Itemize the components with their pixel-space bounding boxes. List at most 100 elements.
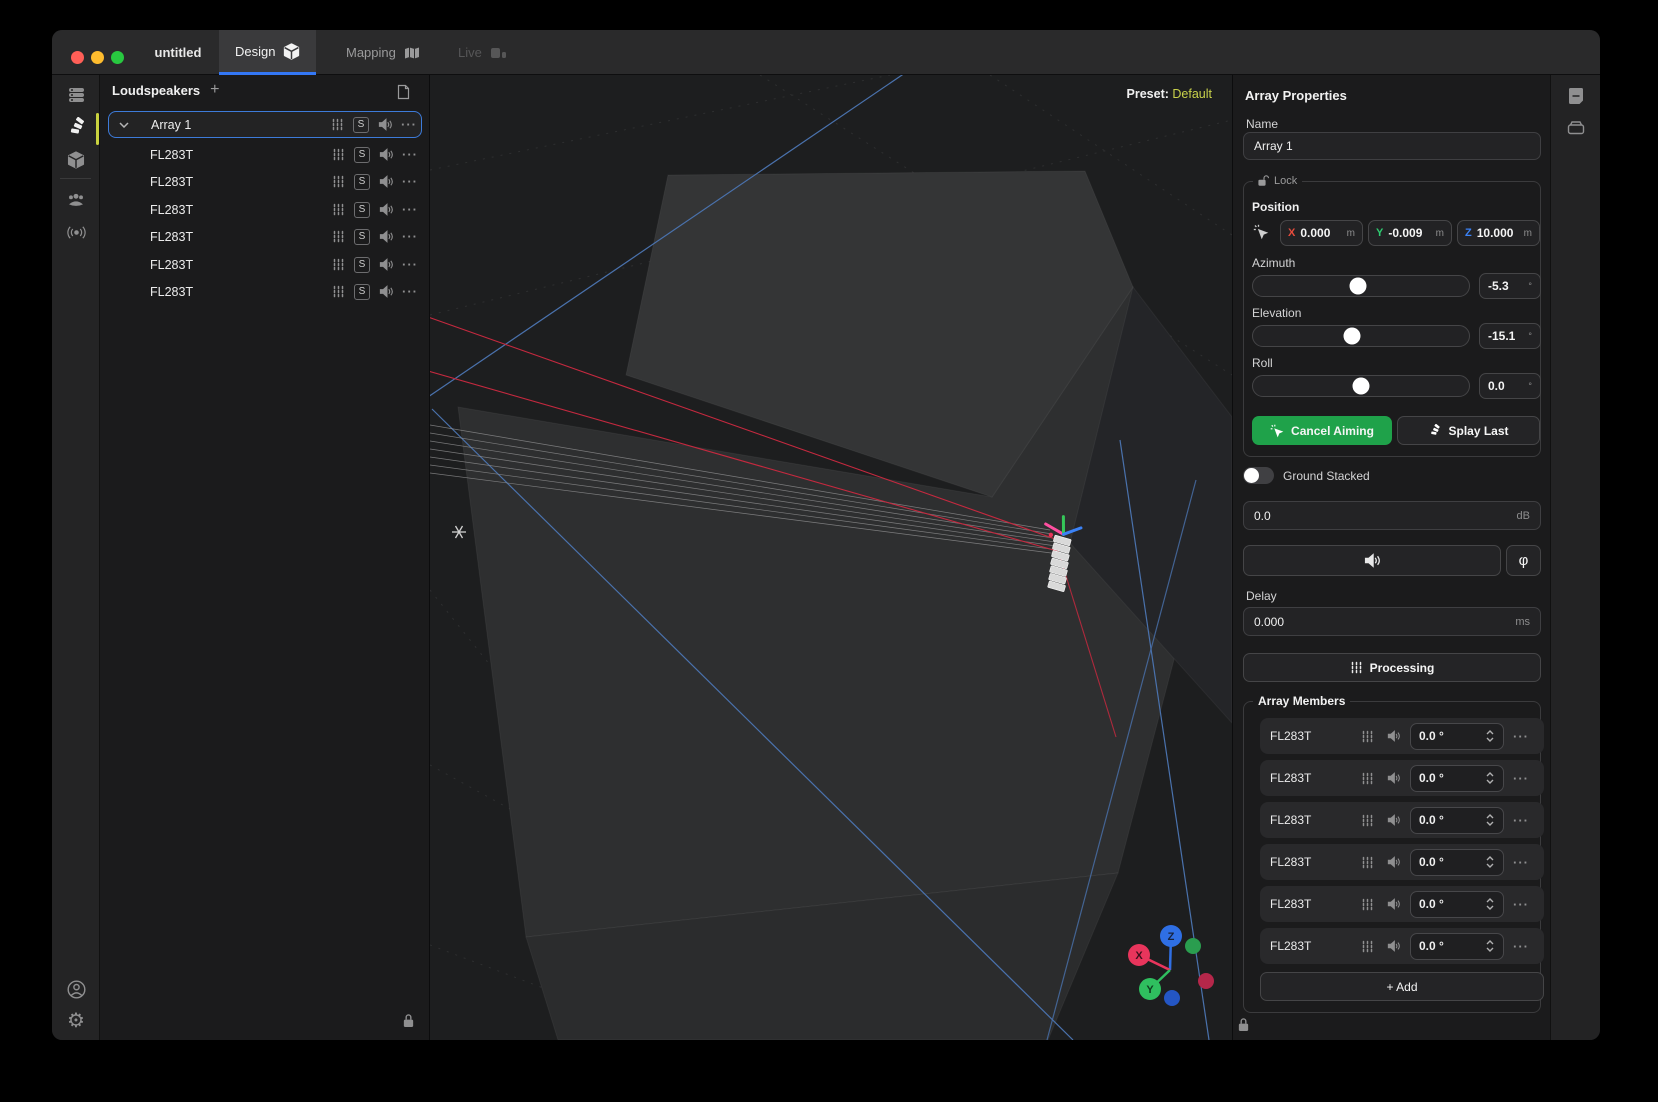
position-z-field[interactable]: Z 10.000 m [1457,220,1540,246]
processing-sliders-icon[interactable] [1354,730,1380,743]
phase-invert-button[interactable]: φ [1506,545,1541,576]
solo-button[interactable]: S [350,147,374,163]
elevation-slider[interactable] [1252,325,1470,347]
speaker-mute-icon[interactable] [374,203,398,216]
member-row[interactable]: FL283T 0.0 ° ··· [1260,718,1544,754]
more-options-button[interactable]: ··· [398,229,422,244]
preset-value[interactable]: Default [1172,87,1212,101]
gizmo-neg-y-ball[interactable] [1185,938,1201,954]
cancel-aiming-button[interactable]: Cancel Aiming [1252,416,1392,445]
processing-sliders-icon[interactable] [1354,772,1380,785]
stepper-chevrons-icon[interactable] [1485,896,1495,912]
elevation-value[interactable]: -15.1° [1479,323,1541,349]
more-options-button[interactable]: ··· [1508,855,1534,870]
splay-angle-stepper[interactable]: 0.0 ° [1410,723,1504,750]
splay-last-button[interactable]: Splay Last [1397,416,1540,445]
more-options-button[interactable]: ··· [398,257,422,272]
stepper-chevrons-icon[interactable] [1485,770,1495,786]
more-options-button[interactable]: ··· [1508,771,1534,786]
stepper-chevrons-icon[interactable] [1485,854,1495,870]
more-options-button[interactable]: ··· [398,147,422,162]
speaker-mute-icon[interactable] [1380,730,1406,742]
array-name-input[interactable]: Array 1 [1243,132,1541,160]
more-options-button[interactable]: ··· [1508,813,1534,828]
speaker-mute-icon[interactable] [1380,898,1406,910]
speaker-mute-icon[interactable] [1380,940,1406,952]
more-options-button[interactable]: ··· [398,174,422,189]
account-icon[interactable] [52,975,100,1003]
axis-gizmo[interactable]: Z X Y [1128,925,1214,1006]
speaker-mute-icon[interactable] [373,118,397,131]
speaker-mute-icon[interactable] [374,285,398,298]
processing-sliders-icon[interactable] [326,285,350,298]
add-member-button[interactable]: + Add [1260,972,1544,1001]
gizmo-neg-x-ball[interactable] [1198,973,1214,989]
groups-icon[interactable] [52,185,100,213]
processing-sliders-icon[interactable] [1354,814,1380,827]
mute-button[interactable] [1243,545,1501,576]
viewport-3d[interactable]: Z X Y Preset: Default [430,75,1232,1040]
processing-sliders-icon[interactable] [1354,856,1380,869]
splay-angle-stepper[interactable]: 0.0 ° [1410,765,1504,792]
venue-cube-icon[interactable] [52,146,100,174]
speaker-mute-icon[interactable] [374,230,398,243]
member-row[interactable]: FL283T 0.0 ° ··· [1260,844,1544,880]
processing-sliders-icon[interactable] [1354,898,1380,911]
splay-angle-stepper[interactable]: 0.0 ° [1410,807,1504,834]
settings-gear-icon[interactable]: ⚙ [52,1006,100,1034]
processing-sliders-icon[interactable] [326,175,350,188]
processing-sliders-icon[interactable] [325,118,349,131]
member-row[interactable]: FL283T 0.0 ° ··· [1260,760,1544,796]
loudspeaker-row[interactable]: FL283T S ··· [108,278,422,305]
more-options-button[interactable]: ··· [1508,939,1534,954]
processing-sliders-icon[interactable] [1354,940,1380,953]
member-row[interactable]: FL283T 0.0 ° ··· [1260,802,1544,838]
solo-button[interactable]: S [350,229,374,245]
azimuth-slider[interactable] [1252,275,1470,297]
splay-angle-stepper[interactable]: 0.0 ° [1410,849,1504,876]
library-document-icon[interactable] [396,84,411,100]
position-y-field[interactable]: Y -0.009 m [1368,220,1452,246]
loudspeakers-icon[interactable] [52,113,100,141]
loudspeaker-row[interactable]: FL283T S ··· [108,141,422,168]
solo-button[interactable]: S [350,202,374,218]
stepper-chevrons-icon[interactable] [1485,812,1495,828]
more-options-button[interactable]: ··· [1508,897,1534,912]
drawer-archive-icon[interactable] [1551,120,1600,135]
sources-icon[interactable] [52,81,100,109]
member-row[interactable]: FL283T 0.0 ° ··· [1260,886,1544,922]
lock-open-icon[interactable] [1258,174,1270,187]
solo-button[interactable]: S [350,284,374,300]
gizmo-neg-z-ball[interactable] [1164,990,1180,1006]
more-options-button[interactable]: ··· [398,202,422,217]
solo-button[interactable]: S [350,174,374,190]
member-row[interactable]: FL283T 0.0 ° ··· [1260,928,1544,964]
loudspeaker-row[interactable]: FL283T S ··· [108,196,422,223]
chevron-down-icon[interactable] [109,122,139,128]
splay-angle-stepper[interactable]: 0.0 ° [1410,891,1504,918]
solo-button[interactable]: S [349,117,373,133]
speaker-mute-icon[interactable] [374,258,398,271]
ground-stacked-toggle[interactable] [1243,467,1274,484]
stepper-chevrons-icon[interactable] [1485,938,1495,954]
more-options-button[interactable]: ··· [398,284,422,299]
tab-mapping[interactable]: Mapping [330,30,436,75]
speaker-mute-icon[interactable] [1380,856,1406,868]
processing-sliders-icon[interactable] [326,148,350,161]
tab-design[interactable]: Design [219,30,316,75]
listener-asterisk-marker[interactable] [452,526,466,538]
speaker-mute-icon[interactable] [1380,772,1406,784]
add-loudspeaker-button[interactable]: + [210,81,219,99]
position-x-field[interactable]: X 0.000 m [1280,220,1363,246]
speaker-mute-icon[interactable] [374,175,398,188]
preset-indicator[interactable]: Preset: Default [1127,87,1212,101]
aim-cursor-icon[interactable] [1253,224,1269,240]
roll-slider[interactable] [1252,375,1470,397]
processing-sliders-icon[interactable] [326,258,350,271]
roll-value[interactable]: 0.0° [1479,373,1541,399]
zoom-window-button[interactable] [111,51,124,64]
stepper-chevrons-icon[interactable] [1485,728,1495,744]
notes-document-icon[interactable] [1551,87,1600,104]
solo-button[interactable]: S [350,257,374,273]
more-options-button[interactable]: ··· [1508,729,1534,744]
